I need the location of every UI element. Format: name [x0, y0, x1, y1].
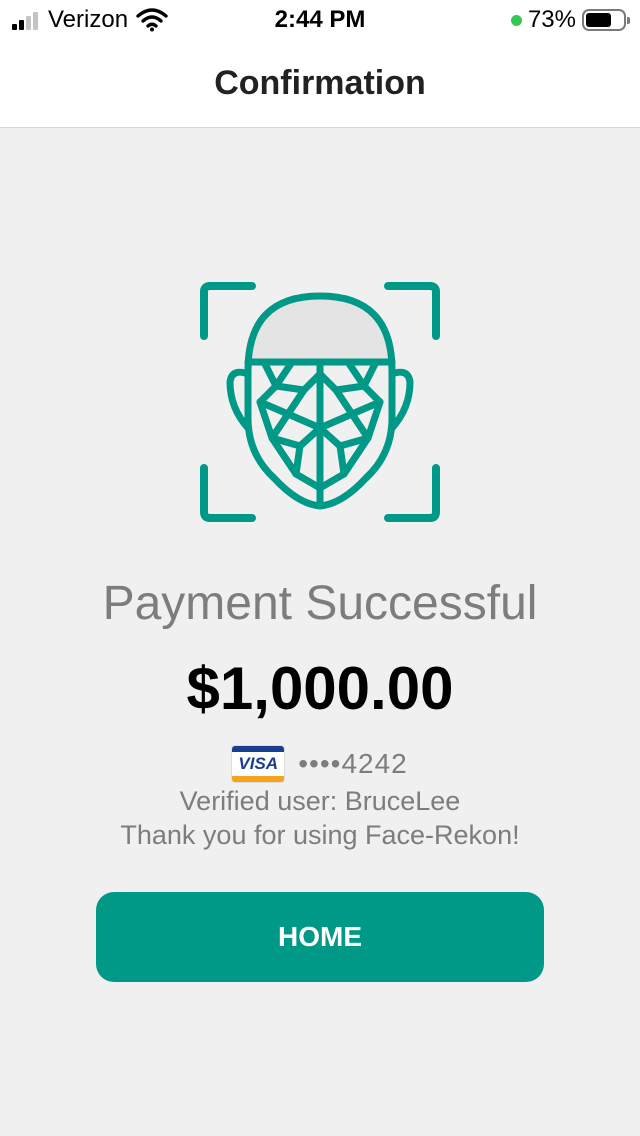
- payment-status-headline: Payment Successful: [102, 577, 538, 630]
- battery-icon: [582, 9, 630, 31]
- privacy-indicator-icon: [510, 14, 522, 26]
- payment-amount: $1,000.00: [186, 655, 454, 722]
- home-button[interactable]: HOME: [96, 892, 544, 982]
- battery-fill: [586, 13, 612, 27]
- face-scan-icon: [200, 282, 440, 522]
- status-bar: Verizon 2:44 PM 73%: [0, 0, 640, 40]
- card-number: ••••4242: [298, 748, 408, 779]
- page-title: Confirmation: [214, 64, 426, 102]
- nav-bar: Confirmation: [0, 40, 640, 128]
- verified-user-text: Verified user: BruceLee: [179, 786, 461, 816]
- card-brand: VISA: [238, 754, 279, 773]
- thanks-text: Thank you for using Face-Rekon!: [120, 820, 520, 850]
- battery-percent: 73%: [527, 6, 576, 33]
- card-info: VISA ••••4242: [0, 746, 640, 782]
- status-right: 73%: [510, 6, 630, 34]
- visa-card-icon: VISA: [232, 746, 285, 782]
